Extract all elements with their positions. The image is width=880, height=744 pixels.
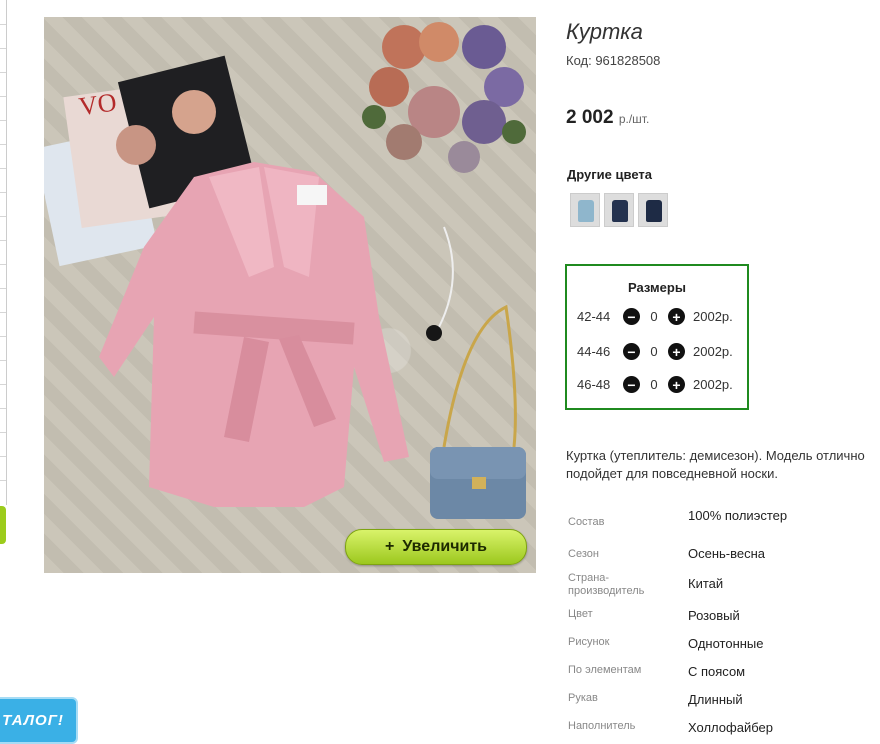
product-price: 2 002 р./шт. xyxy=(566,107,649,129)
size-quantity[interactable]: 0 xyxy=(640,377,668,392)
size-price: 2002р. xyxy=(693,344,733,359)
description-line: подойдет для повседневной носки. xyxy=(566,466,778,481)
property-key: Рукав xyxy=(568,692,598,704)
plus-icon[interactable]: + xyxy=(668,308,685,325)
property-value: Китай xyxy=(688,576,724,591)
color-swatch-navy[interactable] xyxy=(604,193,634,227)
minus-icon[interactable]: − xyxy=(623,308,640,325)
color-swatch-dark-navy[interactable] xyxy=(638,193,668,227)
property-key: Наполнитель xyxy=(568,720,636,732)
necklace-illustration xyxy=(426,226,454,341)
blue-handbag-illustration xyxy=(430,304,526,519)
property-key: Страна-производитель xyxy=(568,572,645,597)
side-tab[interactable] xyxy=(0,506,6,544)
price-unit: р./шт. xyxy=(618,112,650,126)
zoom-button[interactable]: + Увеличить xyxy=(345,529,527,565)
plus-icon[interactable]: + xyxy=(668,376,685,393)
minus-icon[interactable]: − xyxy=(623,343,640,360)
size-label: 46-48 xyxy=(577,377,611,392)
size-price: 2002р. xyxy=(693,377,733,392)
size-label: 44-46 xyxy=(577,344,611,359)
price-value: 2 002 xyxy=(566,107,614,128)
property-value: Однотонные xyxy=(688,636,764,651)
product-title: Куртка xyxy=(566,19,643,44)
property-key: Цвет xyxy=(568,608,593,620)
property-value: Холлофайбер xyxy=(688,720,773,735)
size-quantity[interactable]: 0 xyxy=(640,309,668,324)
property-key: Сезон xyxy=(568,548,599,560)
size-row: 44-46 − 0 + 2002р. xyxy=(577,343,733,360)
catalog-badge[interactable]: ТАЛОГ! xyxy=(0,697,78,744)
size-quantity[interactable]: 0 xyxy=(640,344,668,359)
property-value: Розовый xyxy=(688,608,740,623)
size-row: 46-48 − 0 + 2002р. xyxy=(577,376,733,393)
svg-text:VO: VO xyxy=(77,87,118,121)
flower-bouquet-illustration xyxy=(362,22,526,173)
property-value: 100% полиэстер xyxy=(688,508,788,523)
property-key: Рисунок xyxy=(568,636,610,648)
product-illustration: VO xyxy=(44,22,526,519)
color-swatch-light-blue[interactable] xyxy=(570,193,600,227)
product-photo[interactable]: VO + Увеличить xyxy=(44,17,536,573)
sizes-title: Размеры xyxy=(628,280,686,295)
property-key: Состав xyxy=(568,516,605,528)
color-swatches xyxy=(570,193,668,227)
product-code: Код: 961828508 xyxy=(566,53,661,68)
property-value: С поясом xyxy=(688,664,746,679)
left-edge-strip xyxy=(0,0,7,505)
zoom-label: Увеличить xyxy=(402,538,487,555)
size-price: 2002р. xyxy=(693,309,733,324)
property-value: Осень-весна xyxy=(688,546,766,561)
description-line: Куртка (утеплитель: демисезон). Модель о… xyxy=(566,448,865,463)
plus-icon[interactable]: + xyxy=(668,343,685,360)
property-key: По элементам xyxy=(568,664,642,676)
minus-icon[interactable]: − xyxy=(623,376,640,393)
other-colors-title: Другие цвета xyxy=(567,167,652,182)
size-row: 42-44 − 0 + 2002р. xyxy=(577,308,733,325)
plus-icon: + xyxy=(384,538,395,555)
property-value: Длинный xyxy=(688,692,743,707)
size-label: 42-44 xyxy=(577,309,611,324)
sizes-panel: Размеры 42-44 − 0 + 2002р. 44-46 − 0 + 2… xyxy=(565,264,749,410)
product-description: Куртка (утеплитель: демисезон). Модель о… xyxy=(566,447,880,483)
